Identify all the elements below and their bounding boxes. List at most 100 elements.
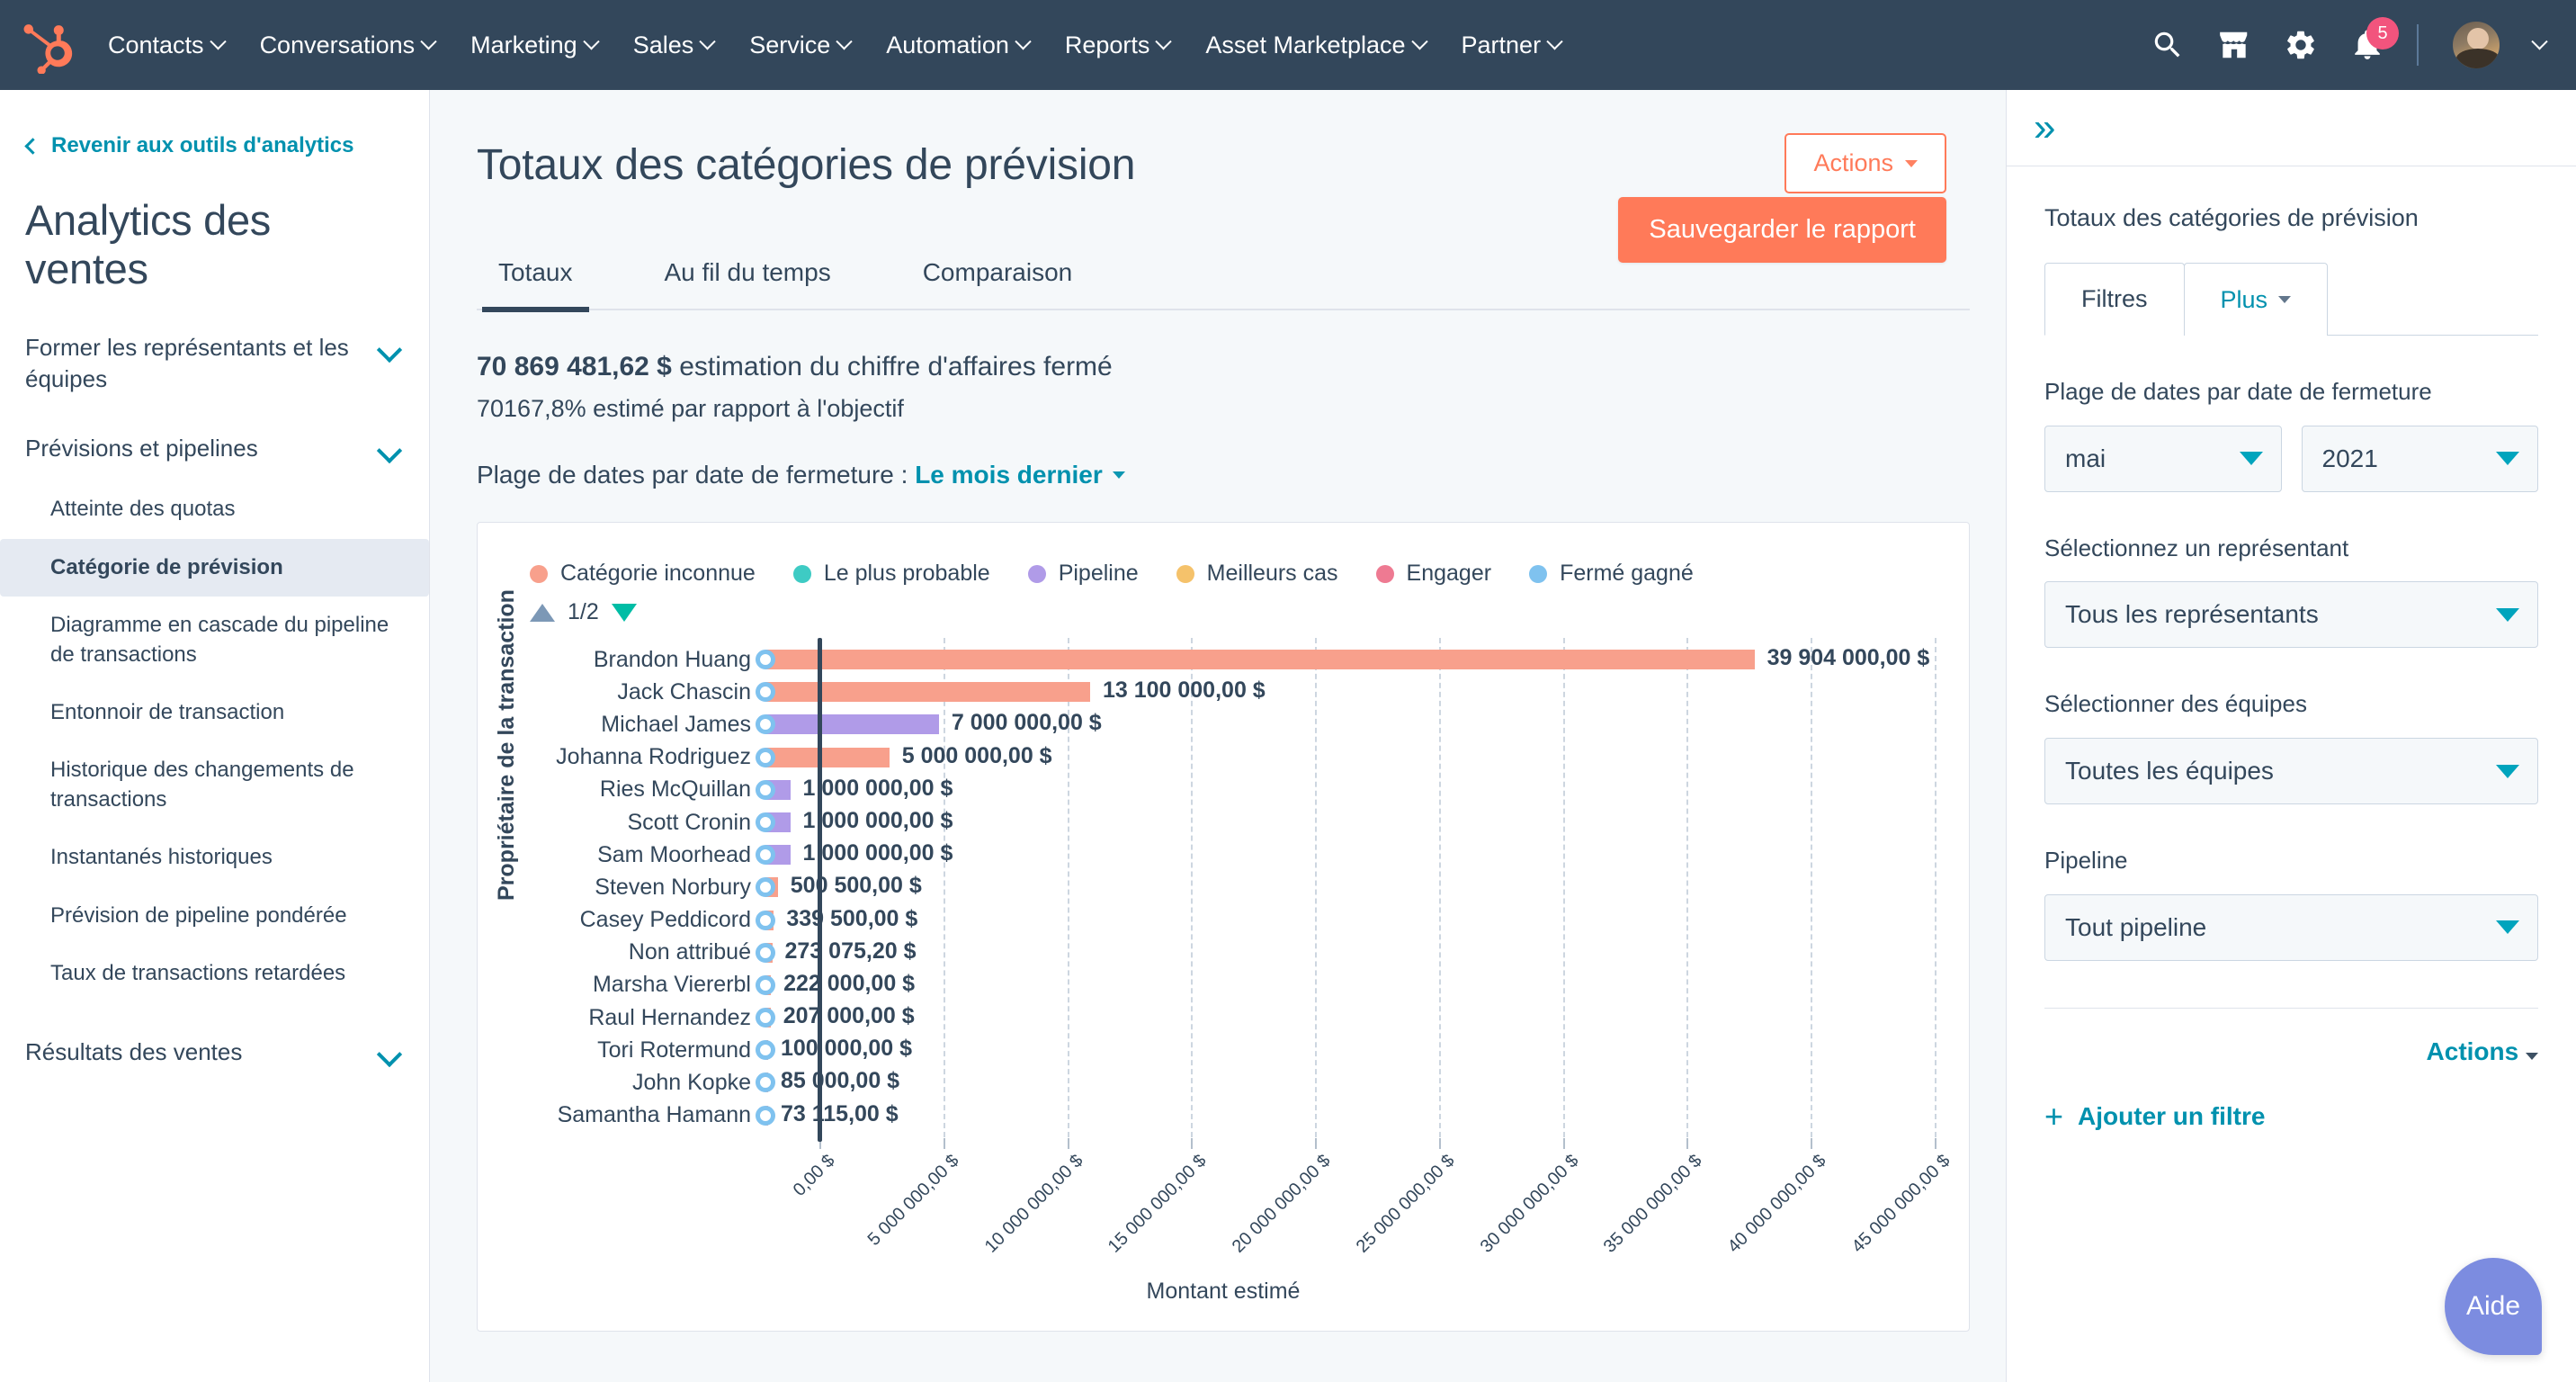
year-select[interactable]: 2021 <box>2302 426 2539 492</box>
legend-item-engager[interactable]: Engager <box>1376 561 1492 587</box>
month-select[interactable]: mai <box>2044 426 2282 492</box>
sidebar-item-diagramme-cascade[interactable]: Diagramme en cascade du pipeline de tran… <box>0 597 429 684</box>
chart-x-tick-mark <box>1563 1138 1565 1149</box>
sidebar-item-historique-changements[interactable]: Historique des changements de transactio… <box>0 741 429 829</box>
caret-down-icon <box>1113 471 1125 479</box>
panel-actions-label: Actions <box>2427 1037 2519 1065</box>
legend-item-le-plus-probable[interactable]: Le plus probable <box>793 561 990 587</box>
chart-point-marker[interactable] <box>756 812 775 832</box>
back-link-label: Revenir aux outils d'analytics <box>51 133 354 158</box>
chart-point-marker[interactable] <box>756 975 775 995</box>
chart-point-marker[interactable] <box>756 1072 775 1092</box>
double-chevron-right-icon[interactable]: » <box>2034 108 2055 148</box>
chevron-down-icon <box>210 33 226 49</box>
tab-totaux[interactable]: Totaux <box>482 249 589 312</box>
chevron-down-icon[interactable] <box>2531 33 2547 49</box>
sidebar-item-categorie-de-prevision[interactable]: Catégorie de prévision <box>0 539 429 597</box>
nav-item-partner[interactable]: Partner <box>1462 31 1561 59</box>
nav-item-contacts[interactable]: Contacts <box>108 31 224 59</box>
chart-point-marker[interactable] <box>756 1040 775 1060</box>
sidebar-group-resultats-des-ventes[interactable]: Résultats des ventes <box>0 1036 429 1068</box>
tab-comparaison[interactable]: Comparaison <box>907 249 1089 312</box>
chart-value-label: 339 500,00 $ <box>786 906 917 932</box>
help-button[interactable]: Aide <box>2445 1258 2542 1355</box>
pipeline-select[interactable]: Tout pipeline <box>2044 894 2538 961</box>
chart-plot-area: Propriétaire de la transaction Brandon H… <box>478 631 1969 1198</box>
notification-badge: 5 <box>2366 17 2399 49</box>
chart-point-marker[interactable] <box>756 911 775 930</box>
chart-bar[interactable] <box>765 650 1755 669</box>
nav-item-marketing[interactable]: Marketing <box>470 31 597 59</box>
chart-point-marker[interactable] <box>756 1008 775 1028</box>
page-down-icon[interactable] <box>612 604 637 622</box>
date-range-picker[interactable]: Le mois dernier <box>915 461 1125 489</box>
chart-point-marker[interactable] <box>756 780 775 800</box>
legend-item-pipeline[interactable]: Pipeline <box>1028 561 1139 587</box>
page-up-icon[interactable] <box>530 604 555 622</box>
chart-bar-track: 39 904 000,00 $ <box>765 643 1969 676</box>
caret-down-icon <box>2278 296 2291 303</box>
legend-item-ferme-gagne[interactable]: Fermé gagné <box>1529 561 1694 587</box>
legend-item-meilleurs-cas[interactable]: Meilleurs cas <box>1176 561 1338 587</box>
chart-bar-track: 1 000 000,00 $ <box>765 774 1969 806</box>
nav-item-conversations[interactable]: Conversations <box>260 31 435 59</box>
nav-item-asset-marketplace[interactable]: Asset Marketplace <box>1205 31 1425 59</box>
nav-item-label: Sales <box>633 31 694 59</box>
chart-bar-track: 273 075,20 $ <box>765 937 1969 969</box>
nav-item-service[interactable]: Service <box>749 31 850 59</box>
sidebar-item-taux-transactions-retardees[interactable]: Taux de transactions retardées <box>0 945 429 1002</box>
team-select[interactable]: Toutes les équipes <box>2044 738 2538 804</box>
chart-bar[interactable] <box>765 682 1090 702</box>
nav-item-label: Asset Marketplace <box>1205 31 1405 59</box>
chart-x-tick-label: 35 000 000,00 $ <box>1568 1151 1707 1290</box>
search-icon[interactable] <box>2151 28 2185 62</box>
chart-bar[interactable] <box>765 748 890 767</box>
nav-item-reports[interactable]: Reports <box>1065 31 1170 59</box>
actions-button[interactable]: Actions <box>1784 133 1946 193</box>
panel-actions-button[interactable]: Actions <box>2044 1037 2538 1066</box>
tab-filtres[interactable]: Filtres <box>2044 263 2185 336</box>
tab-plus[interactable]: Plus <box>2184 263 2329 336</box>
chart-bar[interactable] <box>765 714 939 734</box>
chart-point-marker[interactable] <box>756 845 775 865</box>
chart-bar-track: 5 000 000,00 $ <box>765 741 1969 774</box>
nav-item-sales[interactable]: Sales <box>633 31 714 59</box>
chevron-down-icon <box>583 33 599 49</box>
chart-bar-track: 73 115,00 $ <box>765 1099 1969 1132</box>
right-panel-header: » <box>2007 90 2576 166</box>
nav-item-automation[interactable]: Automation <box>886 31 1029 59</box>
sidebar-item-prevision-pipeline-ponderee[interactable]: Prévision de pipeline pondérée <box>0 887 429 945</box>
caret-down-icon <box>2526 1053 2538 1060</box>
chart-category-label: John Kopke <box>532 1070 765 1096</box>
chart-value-label: 7 000 000,00 $ <box>952 710 1102 736</box>
chart-point-marker[interactable] <box>756 1106 775 1126</box>
back-to-analytics-link[interactable]: Revenir aux outils d'analytics <box>0 133 429 158</box>
chart-bar-track: 13 100 000,00 $ <box>765 676 1969 708</box>
legend-item-categorie-inconnue[interactable]: Catégorie inconnue <box>530 561 756 587</box>
tab-label: Plus <box>2221 286 2268 314</box>
sidebar-group-previsions-pipelines[interactable]: Prévisions et pipelines <box>0 433 429 464</box>
avatar[interactable] <box>2451 20 2501 70</box>
marketplace-icon[interactable] <box>2217 28 2251 62</box>
chart-point-marker[interactable] <box>756 943 775 963</box>
sidebar-item-label: Diagramme en cascade du pipeline de tran… <box>50 613 389 666</box>
hubspot-logo-icon[interactable] <box>20 20 74 70</box>
team-select-value: Toutes les équipes <box>2065 757 2274 785</box>
tab-au-fil-du-temps[interactable]: Au fil du temps <box>648 249 847 312</box>
chart-point-marker[interactable] <box>756 650 775 669</box>
sidebar-item-atteinte-des-quotas[interactable]: Atteinte des quotas <box>0 480 429 538</box>
sidebar-item-instantanes-historiques[interactable]: Instantanés historiques <box>0 829 429 886</box>
save-report-button[interactable]: Sauvegarder le rapport <box>1618 197 1946 263</box>
sidebar-item-entonnoir-de-transaction[interactable]: Entonnoir de transaction <box>0 684 429 741</box>
notifications-bell-icon[interactable]: 5 <box>2350 28 2384 62</box>
gear-icon[interactable] <box>2284 28 2318 62</box>
nav-item-label: Partner <box>1462 31 1542 59</box>
chart-category-label: Samantha Hamann <box>532 1102 765 1128</box>
add-filter-button[interactable]: + Ajouter un filtre <box>2044 1100 2538 1133</box>
chart-bar-row: Samantha Hamann73 115,00 $ <box>532 1099 1969 1132</box>
chart-point-marker[interactable] <box>756 748 775 767</box>
sidebar-group-former-representants[interactable]: Former les représentants et les équipes <box>0 332 429 395</box>
representative-select[interactable]: Tous les représentants <box>2044 581 2538 648</box>
chart-bar-track: 339 500,00 $ <box>765 904 1969 937</box>
month-select-value: mai <box>2065 444 2106 473</box>
